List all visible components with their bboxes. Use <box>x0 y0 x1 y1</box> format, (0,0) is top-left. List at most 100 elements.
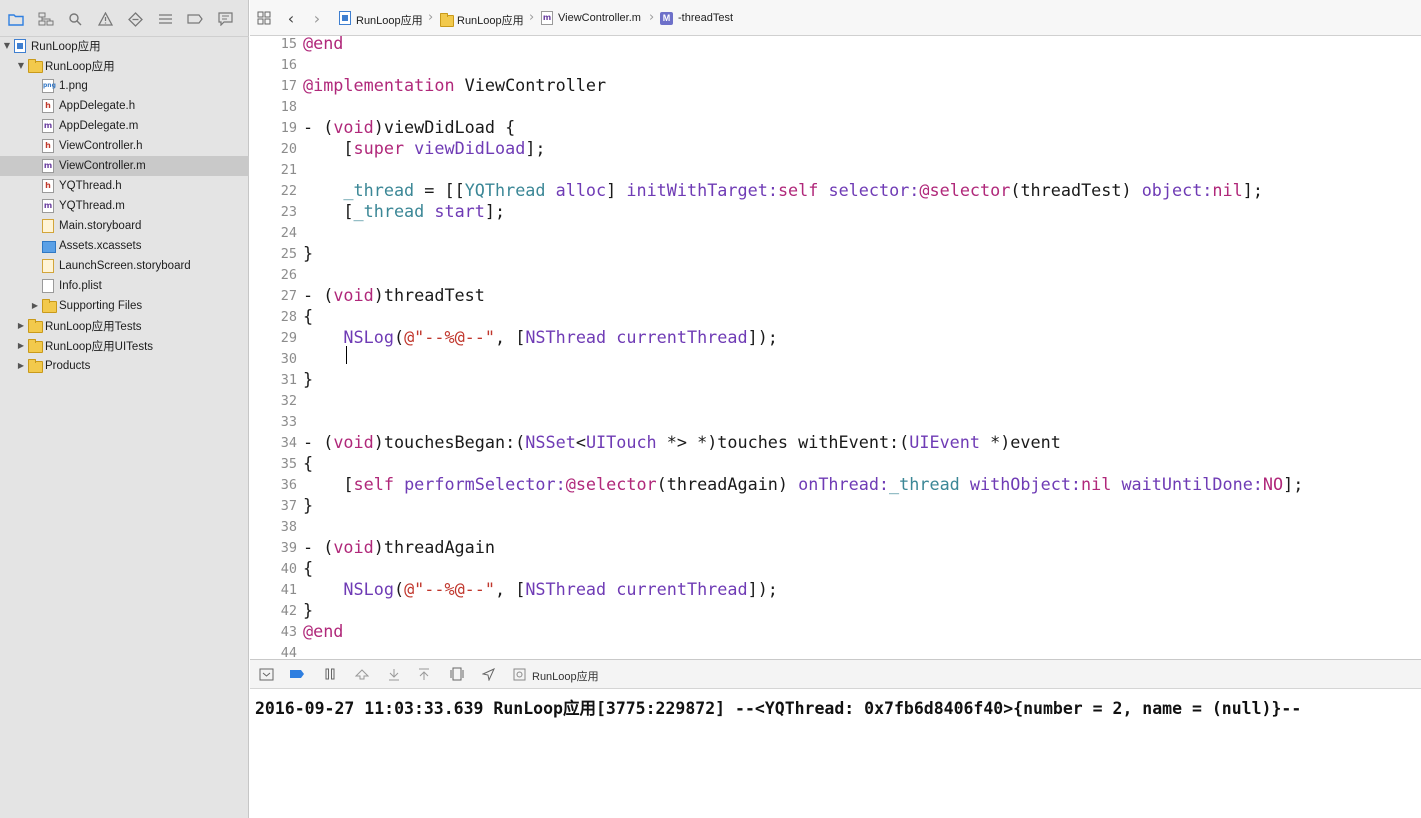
code-line: { <box>303 306 313 326</box>
code-token: )threadTest <box>373 285 485 305</box>
disclosure-closed-icon[interactable]: ▶ <box>16 341 26 351</box>
tree-item[interactable]: ▶ RunLoop应用UITests <box>0 336 249 356</box>
tree-item[interactable]: h YQThread.h <box>0 176 249 196</box>
breadcrumb-group[interactable]: RunLoop应用 <box>457 12 524 28</box>
code-token: void <box>333 432 374 452</box>
code-token: @implementation <box>303 75 455 95</box>
line-number: 16 <box>280 57 297 73</box>
breadcrumb-file[interactable]: ViewController.m <box>558 12 641 24</box>
forward-arrow-icon[interactable]: › <box>308 9 326 28</box>
code-token: , [ <box>495 327 526 347</box>
folder-icon <box>28 59 43 73</box>
related-items-icon[interactable] <box>255 9 273 27</box>
storyboard-icon <box>42 259 54 273</box>
tree-item[interactable]: ▶ Supporting Files <box>0 296 249 316</box>
tree-item[interactable]: m ViewController.m <box>0 156 249 176</box>
code-token: selector: <box>828 180 920 200</box>
disclosure-closed-icon[interactable]: ▶ <box>16 321 26 331</box>
implementation-file-icon: m <box>42 119 54 133</box>
breakpoint-icon[interactable] <box>186 10 204 28</box>
disclosure-open-icon[interactable]: ▼ <box>2 41 12 51</box>
report-icon[interactable] <box>216 10 234 28</box>
debug-icon[interactable] <box>156 10 174 28</box>
tree-item[interactable]: ▼ RunLoop应用 <box>0 56 249 76</box>
step-into-icon[interactable] <box>386 666 402 682</box>
code-token: _thread <box>343 180 415 200</box>
breadcrumb-separator-icon: › <box>529 10 535 25</box>
line-number: 34 <box>280 435 297 451</box>
jump-bar: ‹ › RunLoop应用 › RunLoop应用 › m ViewContro… <box>250 0 1421 36</box>
tree-item-label: Assets.xcassets <box>59 240 142 252</box>
tree-item[interactable]: h AppDelegate.h <box>0 96 249 116</box>
tree-item[interactable]: h ViewController.h <box>0 136 249 156</box>
view-hierarchy-icon[interactable] <box>449 666 465 682</box>
code-line: @implementation ViewController <box>303 75 606 95</box>
line-number: 43 <box>280 624 297 640</box>
code-token: @"--%@--" <box>404 327 495 347</box>
implementation-file-icon: m <box>42 159 54 173</box>
code-line: [_thread start]; <box>303 201 505 221</box>
tree-item[interactable]: ▶ Products <box>0 356 249 376</box>
tree-item[interactable]: png 1.png <box>0 76 249 96</box>
breakpoints-toggle-icon[interactable] <box>289 666 305 682</box>
disclosure-closed-icon[interactable]: ▶ <box>30 301 40 311</box>
breadcrumb-separator-icon: › <box>649 10 655 25</box>
code-token: } <box>303 369 314 389</box>
code-token: (threadTest) <box>1010 180 1142 200</box>
tree-item-label: ViewController.m <box>59 160 146 172</box>
source-editor[interactable]: 15 16 17 18 19 20 21 22 23 24 25 26 27 28 29 30 31 32 33 34… <box>250 36 1421 658</box>
debug-scheme-label: RunLoop应用 <box>532 671 599 683</box>
code-token: YQThread <box>464 180 546 200</box>
location-icon[interactable] <box>480 666 496 682</box>
disclosure-closed-icon[interactable]: ▶ <box>16 361 26 371</box>
tree-item[interactable]: ▼ RunLoop应用 <box>0 36 249 56</box>
navigator-selector-bar <box>0 0 249 37</box>
breadcrumb-method[interactable]: -threadTest <box>678 12 733 24</box>
step-out-icon[interactable] <box>416 666 432 682</box>
code-line: } <box>303 495 313 515</box>
tree-item[interactable]: m AppDelegate.m <box>0 116 249 136</box>
code-token: NSThread <box>525 579 607 599</box>
line-number: 39 <box>280 540 297 556</box>
code-token: initWithTarget: <box>626 180 778 200</box>
search-icon[interactable] <box>66 10 84 28</box>
tree-item[interactable]: Main.storyboard <box>0 216 249 236</box>
storyboard-icon <box>42 219 54 233</box>
tree-item[interactable]: Info.plist <box>0 276 249 296</box>
code-line: [self performSelector:@selector(threadAg… <box>303 474 1303 494</box>
tree-item-label: AppDelegate.h <box>59 100 136 112</box>
test-icon[interactable] <box>126 10 144 28</box>
code-token: (threadAgain) <box>656 474 799 494</box>
hide-debug-area-icon[interactable] <box>258 666 274 682</box>
code-line: - (void)threadAgain <box>303 537 495 557</box>
code-token: ]); <box>747 327 778 347</box>
back-arrow-icon[interactable]: ‹ <box>282 9 300 28</box>
code-token: NSThread <box>525 327 607 347</box>
code-line: } <box>303 600 313 620</box>
warning-icon[interactable] <box>96 10 114 28</box>
breadcrumb-project[interactable]: RunLoop应用 <box>356 12 423 28</box>
pause-icon[interactable] <box>322 666 338 682</box>
console-output[interactable]: 2016-09-27 11:03:33.639 RunLoop应用[3775:2… <box>250 689 1421 818</box>
line-number: 23 <box>280 204 297 220</box>
tree-item[interactable]: Assets.xcassets <box>0 236 249 256</box>
line-number: 27 <box>280 288 297 304</box>
code-token: { <box>303 306 314 326</box>
line-number: 26 <box>280 267 297 283</box>
tree-item[interactable]: LaunchScreen.storyboard <box>0 256 249 276</box>
hierarchy-icon[interactable] <box>37 10 55 28</box>
disclosure-open-icon[interactable]: ▼ <box>16 61 26 71</box>
tree-item-label: Info.plist <box>59 280 102 292</box>
code-token: ] <box>606 180 627 200</box>
step-over-icon[interactable] <box>354 666 370 682</box>
folder-icon[interactable] <box>7 10 25 28</box>
tree-item-label: RunLoop应用Tests <box>45 321 142 333</box>
code-token: [ <box>303 474 354 494</box>
tree-item[interactable]: m YQThread.m <box>0 196 249 216</box>
tree-item[interactable]: ▶ RunLoop应用Tests <box>0 316 249 336</box>
